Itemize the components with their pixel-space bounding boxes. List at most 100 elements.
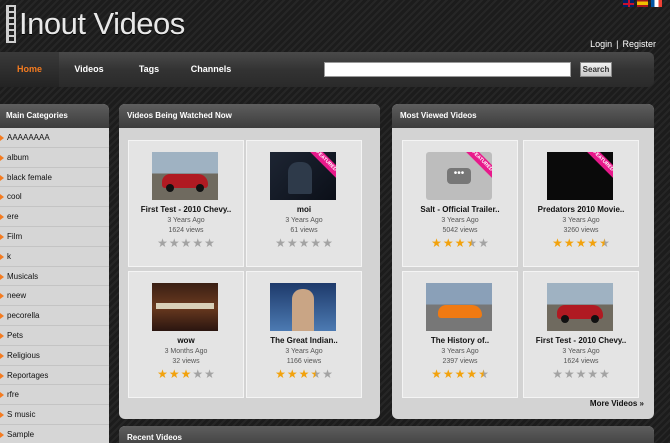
wheel-shape bbox=[166, 184, 174, 192]
category-item[interactable]: album bbox=[0, 148, 109, 168]
search-input[interactable] bbox=[324, 62, 571, 77]
star-icon[interactable]: ★ bbox=[299, 368, 310, 380]
star-icon[interactable]: ★ bbox=[478, 368, 489, 380]
star-icon[interactable]: ★ bbox=[322, 368, 333, 380]
star-icon[interactable]: ★ bbox=[192, 237, 203, 249]
star-icon[interactable]: ★ bbox=[157, 237, 168, 249]
star-icon[interactable]: ★ bbox=[552, 368, 563, 380]
star-icon[interactable]: ★ bbox=[322, 237, 333, 249]
video-card[interactable]: FEATURED moi 3 Years Ago 61 views ★ ★ ★ ★ ★ bbox=[246, 140, 362, 267]
star-icon[interactable]: ★ bbox=[466, 237, 477, 249]
video-age: 3 Months Ago bbox=[164, 348, 208, 355]
video-card[interactable]: First Test - 2010 Chevy.. 3 Years Ago 16… bbox=[523, 271, 639, 398]
auth-links: Login | Register bbox=[590, 39, 656, 49]
site-logo[interactable]: Inout Videos bbox=[6, 4, 185, 44]
video-age: 3 Years Ago bbox=[562, 348, 600, 355]
star-icon[interactable]: ★ bbox=[443, 368, 454, 380]
category-item[interactable]: Reportages bbox=[0, 366, 109, 386]
nav-home[interactable]: Home bbox=[0, 52, 59, 87]
star-icon[interactable]: ★ bbox=[299, 237, 310, 249]
spain-flag-icon[interactable] bbox=[637, 0, 648, 7]
uk-flag-icon[interactable] bbox=[623, 0, 634, 7]
star-icon[interactable]: ★ bbox=[587, 237, 598, 249]
video-thumbnail[interactable] bbox=[426, 283, 492, 331]
star-icon[interactable]: ★ bbox=[599, 237, 610, 249]
star-icon[interactable]: ★ bbox=[587, 368, 598, 380]
star-icon[interactable]: ★ bbox=[157, 368, 168, 380]
star-icon[interactable]: ★ bbox=[564, 368, 575, 380]
star-icon[interactable]: ★ bbox=[275, 368, 286, 380]
star-icon[interactable]: ★ bbox=[576, 368, 587, 380]
video-card[interactable]: FEATURED Predators 2010 Movie.. 3 Years … bbox=[523, 140, 639, 267]
category-item[interactable]: AAAAAAAA bbox=[0, 128, 109, 148]
star-icon[interactable]: ★ bbox=[455, 368, 466, 380]
category-item[interactable]: Pets bbox=[0, 326, 109, 346]
star-icon[interactable]: ★ bbox=[576, 237, 587, 249]
category-item[interactable]: black female bbox=[0, 168, 109, 188]
video-title[interactable]: moi bbox=[247, 205, 361, 214]
star-icon[interactable]: ★ bbox=[181, 237, 192, 249]
star-icon[interactable]: ★ bbox=[287, 368, 298, 380]
category-item[interactable]: S music bbox=[0, 405, 109, 425]
video-title[interactable]: Predators 2010 Movie.. bbox=[524, 205, 638, 214]
video-title[interactable]: Salt - Official Trailer.. bbox=[403, 205, 517, 214]
category-item[interactable]: cool bbox=[0, 187, 109, 208]
star-icon[interactable]: ★ bbox=[599, 368, 610, 380]
star-icon[interactable]: ★ bbox=[478, 237, 489, 249]
video-card[interactable]: wow 3 Months Ago 32 views ★ ★ ★ ★ ★ bbox=[128, 271, 244, 398]
category-item[interactable]: rfre bbox=[0, 385, 109, 406]
star-icon[interactable]: ★ bbox=[287, 237, 298, 249]
video-thumbnail[interactable] bbox=[270, 283, 336, 331]
video-age: 3 Years Ago bbox=[441, 217, 479, 224]
star-icon[interactable]: ★ bbox=[431, 368, 442, 380]
category-item[interactable]: k bbox=[0, 247, 109, 267]
login-link[interactable]: Login bbox=[590, 39, 612, 49]
star-icon[interactable]: ★ bbox=[275, 237, 286, 249]
category-item[interactable]: Film bbox=[0, 227, 109, 247]
category-item[interactable]: Religious bbox=[0, 346, 109, 366]
star-icon[interactable]: ★ bbox=[204, 368, 215, 380]
video-thumbnail[interactable] bbox=[152, 283, 218, 331]
video-card[interactable]: The History of.. 3 Years Ago 2397 views … bbox=[402, 271, 518, 398]
video-title[interactable]: The Great Indian.. bbox=[247, 336, 361, 345]
category-item[interactable]: Musicals bbox=[0, 267, 109, 287]
star-icon[interactable]: ★ bbox=[455, 237, 466, 249]
video-thumbnail[interactable] bbox=[152, 152, 218, 200]
nav-tags[interactable]: Tags bbox=[119, 52, 179, 87]
category-item[interactable]: ere bbox=[0, 207, 109, 227]
category-item[interactable]: pecorella bbox=[0, 306, 109, 326]
nav-videos[interactable]: Videos bbox=[59, 52, 119, 87]
star-icon[interactable]: ★ bbox=[552, 237, 563, 249]
video-title[interactable]: First Test - 2010 Chevy.. bbox=[129, 205, 243, 214]
video-thumbnail[interactable]: FEATURED bbox=[547, 152, 613, 200]
nav-channels[interactable]: Channels bbox=[179, 52, 243, 87]
star-icon[interactable]: ★ bbox=[310, 368, 321, 380]
video-thumbnail[interactable]: FEATURED bbox=[270, 152, 336, 200]
star-icon[interactable]: ★ bbox=[310, 237, 321, 249]
france-flag-icon[interactable] bbox=[651, 0, 662, 7]
video-thumbnail[interactable] bbox=[547, 283, 613, 331]
star-icon[interactable]: ★ bbox=[192, 368, 203, 380]
star-icon[interactable]: ★ bbox=[169, 237, 180, 249]
star-icon[interactable]: ★ bbox=[466, 368, 477, 380]
more-videos-link[interactable]: More Videos » bbox=[590, 399, 644, 408]
video-card[interactable]: First Test - 2010 Chevy.. 3 Years Ago 16… bbox=[128, 140, 244, 267]
category-item[interactable]: Sample bbox=[0, 425, 109, 443]
star-icon[interactable]: ★ bbox=[181, 368, 192, 380]
star-icon[interactable]: ★ bbox=[564, 237, 575, 249]
video-card[interactable]: The Great Indian.. 3 Years Ago 1166 view… bbox=[246, 271, 362, 398]
video-views: 32 views bbox=[172, 358, 200, 365]
star-icon[interactable]: ★ bbox=[204, 237, 215, 249]
car-shape bbox=[438, 305, 482, 318]
video-thumbnail[interactable]: ••• FEATURED bbox=[426, 152, 492, 200]
video-title[interactable]: wow bbox=[129, 336, 243, 345]
video-title[interactable]: First Test - 2010 Chevy.. bbox=[524, 336, 638, 345]
star-icon[interactable]: ★ bbox=[169, 368, 180, 380]
search-button[interactable]: Search bbox=[580, 62, 612, 77]
video-title[interactable]: The History of.. bbox=[403, 336, 517, 345]
register-link[interactable]: Register bbox=[622, 39, 656, 49]
star-icon[interactable]: ★ bbox=[443, 237, 454, 249]
video-card[interactable]: ••• FEATURED Salt - Official Trailer.. 3… bbox=[402, 140, 518, 267]
category-item[interactable]: neew bbox=[0, 286, 109, 307]
star-icon[interactable]: ★ bbox=[431, 237, 442, 249]
